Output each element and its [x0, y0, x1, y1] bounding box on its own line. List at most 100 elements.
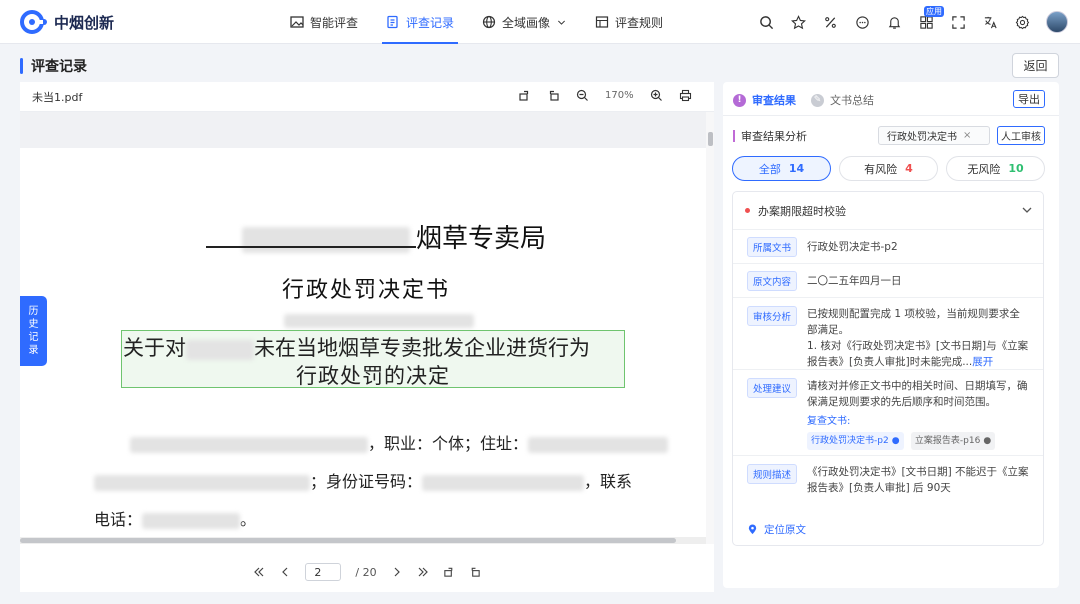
rotate-right-icon[interactable]: [443, 566, 455, 578]
apps-button[interactable]: 应用: [918, 6, 944, 30]
row-suggestion: 处理建议 请核对并修正文书中的相关时间、日期填写，确保满足规则要求的先后顺序和时…: [733, 370, 1043, 456]
settings-button[interactable]: [1014, 14, 1030, 30]
search-button[interactable]: [758, 14, 774, 30]
zoom-in-icon[interactable]: [650, 89, 663, 102]
filter-all[interactable]: 全部 14: [732, 156, 831, 181]
row-value: 行政处罚决定书-p2: [807, 240, 898, 253]
print-icon[interactable]: [679, 89, 692, 102]
redacted-text: [242, 227, 410, 253]
filter-count: 14: [788, 162, 805, 175]
analysis-line: 1. 核对《行政处罚决定书》[文书日期]与《立案报告表》[负责人审批]时未能完成…: [807, 338, 1029, 370]
notification-button[interactable]: [886, 14, 902, 30]
next-page-icon[interactable]: [391, 566, 403, 578]
filter-risky[interactable]: 有风险 4: [839, 156, 938, 181]
message-button[interactable]: [854, 14, 870, 30]
review-docs-label: 复查文书:: [807, 416, 851, 427]
file-name: 未当1.pdf: [32, 90, 83, 104]
row-label: 所属文书: [747, 236, 798, 257]
risk-dot: [745, 208, 750, 213]
tab-review-result[interactable]: ! 审查结果: [733, 92, 796, 108]
history-records-tab[interactable]: 历 史 记 录: [20, 296, 47, 366]
row-value: 已按规则配置完成 1 项校验，当前规则要求全部满足。 1. 核对《行政处罚决定书…: [807, 306, 1029, 370]
page-title: 评查记录: [31, 59, 87, 75]
tab-label: 审查结果: [752, 94, 796, 107]
redacted-text: [284, 313, 474, 328]
zoom-out-icon[interactable]: [576, 89, 589, 102]
card-header[interactable]: 办案期限超时校验: [733, 192, 1043, 230]
locate-original-link[interactable]: 定位原文: [747, 522, 806, 537]
body-text: 电话：: [94, 510, 143, 529]
language-button[interactable]: [982, 14, 998, 30]
fullscreen-button[interactable]: [950, 14, 966, 30]
rotate-right-icon[interactable]: [518, 89, 531, 102]
scroll-thumb[interactable]: [20, 538, 676, 543]
heading-underline: [206, 246, 416, 248]
redacted-text: [186, 339, 254, 360]
page-number-input[interactable]: [305, 563, 342, 581]
heading-suffix: 烟草专卖局: [416, 224, 547, 254]
scroll-thumb[interactable]: [708, 132, 713, 146]
alert-icon: !: [733, 93, 746, 107]
body-text: ，职业：个体；住址：: [368, 434, 529, 453]
highlight-line-1: 关于对 未在当地烟草专卖批发企业进货行为: [123, 332, 590, 362]
chevron-down-icon[interactable]: [1021, 204, 1033, 216]
body-text: 。: [240, 510, 257, 529]
percent-icon: [824, 16, 836, 28]
row-label: 审核分析: [747, 306, 798, 326]
favorite-button[interactable]: [790, 14, 806, 30]
nav-smart-review[interactable]: 智能评查: [288, 0, 360, 44]
filter-count: 4: [905, 162, 913, 175]
nav-global-profile[interactable]: 全域画像: [480, 0, 569, 44]
logo[interactable]: 中烟创新: [20, 9, 114, 35]
rotate-left-icon[interactable]: [469, 566, 481, 578]
gear-icon: [1015, 15, 1029, 29]
highlight-text: 关于对: [123, 336, 186, 360]
panel-tabs: ! 审查结果 ✎ 文书总结 导出: [723, 82, 1059, 116]
filter-label: 全部: [758, 162, 781, 176]
export-button[interactable]: 导出: [1013, 90, 1045, 108]
rotate-left-icon[interactable]: [547, 89, 560, 102]
nav-label: 全域画像: [502, 15, 551, 30]
last-page-icon[interactable]: [417, 566, 429, 578]
result-panel: ! 审查结果 ✎ 文书总结 导出 审查结果分析 行政处罚决定书 × 人工审核 全…: [723, 82, 1059, 588]
vertical-scrollbar[interactable]: [706, 112, 714, 544]
viewer-toolbar: 未当1.pdf 170%: [20, 82, 714, 112]
doc-type-tag[interactable]: 行政处罚决定书 ×: [878, 126, 990, 145]
bell-icon: [888, 16, 900, 29]
section-accent: [733, 130, 735, 142]
expand-link[interactable]: 展开: [972, 356, 993, 368]
tab-label: 文书总结: [830, 94, 874, 107]
filter-no-risk[interactable]: 无风险 10: [946, 156, 1045, 181]
tag-label: 行政处罚决定书: [887, 132, 957, 143]
nav-review-records[interactable]: 评查记录: [382, 0, 459, 44]
filter-label: 有风险: [864, 162, 898, 176]
row-label: 原文内容: [747, 270, 798, 291]
review-chip[interactable]: 立案报告表-p16 ●: [910, 432, 996, 450]
row-analysis: 审核分析 已按规则配置完成 1 项校验，当前规则要求全部满足。 1. 核对《行政…: [733, 298, 1043, 370]
chevron-down-icon: [558, 20, 566, 25]
analysis-line: 已按规则配置完成 1 项校验，当前规则要求全部满足。: [807, 308, 1020, 336]
manual-review-button[interactable]: 人工审核: [997, 126, 1045, 145]
section-title: 审查结果分析: [741, 130, 807, 143]
nav-review-rules[interactable]: 评查规则: [593, 0, 665, 44]
rules-icon: [595, 16, 609, 28]
redacted-text: [422, 474, 585, 491]
percent-button[interactable]: [822, 14, 838, 30]
horizontal-scrollbar[interactable]: [20, 537, 706, 544]
analysis-text: 1. 核对《行政处罚决定书》[文书日期]与《立案报告表》[负责人审批]时未能完成…: [807, 340, 1029, 368]
back-button[interactable]: 返回: [1012, 53, 1059, 78]
tab-doc-summary[interactable]: ✎ 文书总结: [811, 92, 874, 108]
logo-icon: [20, 10, 47, 34]
pager: / 20: [20, 560, 714, 584]
doc-heading: 烟草专卖局: [206, 218, 546, 255]
close-icon[interactable]: ×: [963, 130, 971, 141]
review-chip[interactable]: 行政处罚决定书-p2 ●: [807, 432, 904, 450]
header-tools: 应用: [758, 0, 1068, 44]
page-area: 烟草专卖局 行政处罚决定书 关于对 未在当地烟草专卖批发企业进货行为 行政处罚的决…: [20, 112, 714, 544]
redacted-text: [528, 436, 669, 453]
prev-page-icon[interactable]: [279, 566, 291, 578]
first-page-icon[interactable]: [253, 566, 265, 578]
tab-char: 史: [28, 319, 39, 330]
doc-number: [284, 310, 474, 329]
avatar[interactable]: [1046, 11, 1068, 33]
